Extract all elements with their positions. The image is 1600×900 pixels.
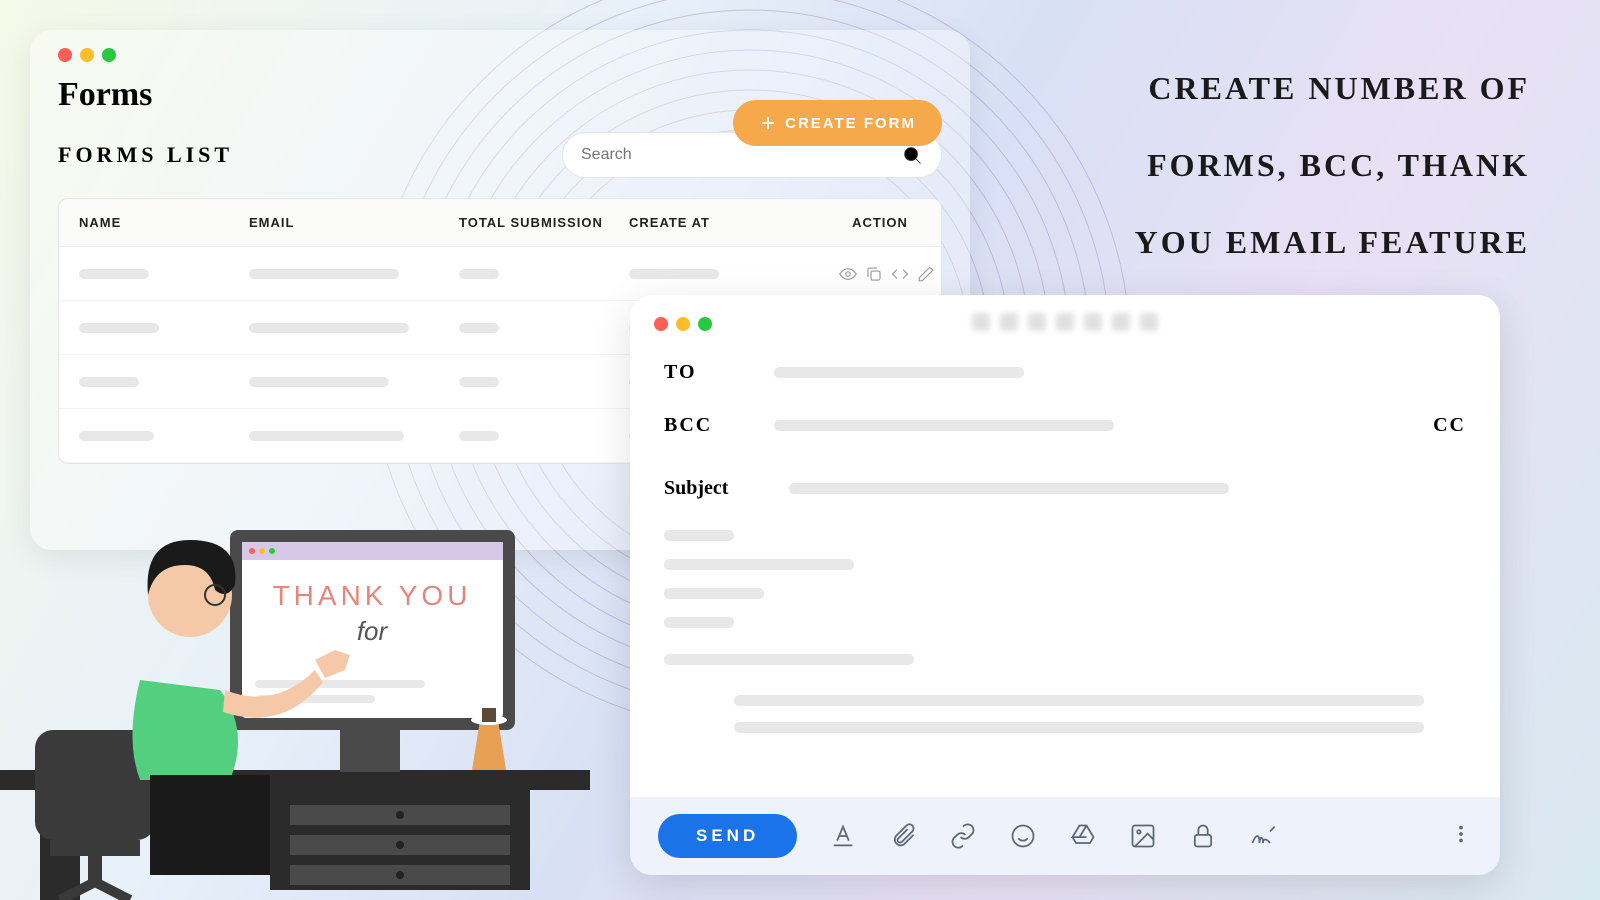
col-action: ACTION	[839, 215, 921, 230]
subject-label: Subject	[664, 477, 759, 500]
drive-icon[interactable]	[1069, 822, 1097, 850]
view-icon[interactable]	[839, 265, 857, 283]
link-icon[interactable]	[949, 822, 977, 850]
table-header: NAME EMAIL TOTAL SUBMISSION CREATE AT AC…	[59, 199, 941, 247]
format-icon[interactable]	[829, 822, 857, 850]
col-total: TOTAL SUBMISSION	[459, 215, 629, 230]
signature-icon[interactable]	[1249, 822, 1277, 850]
more-button[interactable]	[1450, 823, 1472, 850]
col-name: NAME	[79, 215, 249, 230]
bcc-input[interactable]	[774, 420, 1114, 431]
create-form-button[interactable]: CREATE FORM	[733, 100, 942, 146]
cc-toggle[interactable]: CC	[1433, 414, 1466, 437]
marketing-headline: CREATE NUMBER OF FORMS, BCC, THANK YOU E…	[1080, 50, 1530, 280]
edit-icon[interactable]	[917, 265, 935, 283]
minimize-icon[interactable]	[676, 317, 690, 331]
code-icon[interactable]	[891, 265, 909, 283]
attach-icon[interactable]	[889, 822, 917, 850]
row-actions	[839, 265, 942, 283]
lock-icon[interactable]	[1189, 822, 1217, 850]
bcc-label: BCC	[664, 414, 744, 437]
subject-input[interactable]	[789, 483, 1229, 494]
close-icon[interactable]	[654, 317, 668, 331]
subject-row: Subject	[664, 477, 1466, 500]
close-icon[interactable]	[58, 48, 72, 62]
window-controls	[58, 48, 942, 62]
copy-icon[interactable]	[865, 265, 883, 283]
forms-list-heading: FORMS LIST	[58, 142, 233, 168]
search-input[interactable]	[581, 146, 901, 164]
minimize-icon[interactable]	[80, 48, 94, 62]
to-input[interactable]	[774, 367, 1024, 378]
email-compose-window: TO BCC CC Subject SEND	[630, 295, 1500, 875]
col-created: CREATE AT	[629, 215, 839, 230]
bcc-row: BCC CC	[664, 414, 1466, 437]
search-icon	[901, 144, 923, 166]
to-row: TO	[664, 361, 1466, 384]
email-toolbar: SEND	[630, 797, 1500, 875]
emoji-icon[interactable]	[1009, 822, 1037, 850]
send-button[interactable]: SEND	[658, 814, 797, 858]
image-icon[interactable]	[1129, 822, 1157, 850]
maximize-icon[interactable]	[102, 48, 116, 62]
svg-text:THANK YOU: THANK YOU	[273, 580, 472, 611]
plus-icon	[759, 114, 777, 132]
to-label: TO	[664, 361, 744, 384]
maximize-icon[interactable]	[698, 317, 712, 331]
create-form-label: CREATE FORM	[785, 115, 916, 132]
blurred-toolbar	[972, 313, 1158, 331]
col-email: EMAIL	[249, 215, 459, 230]
table-row	[59, 247, 941, 301]
email-body[interactable]	[664, 530, 1466, 733]
svg-text:for: for	[357, 616, 389, 646]
